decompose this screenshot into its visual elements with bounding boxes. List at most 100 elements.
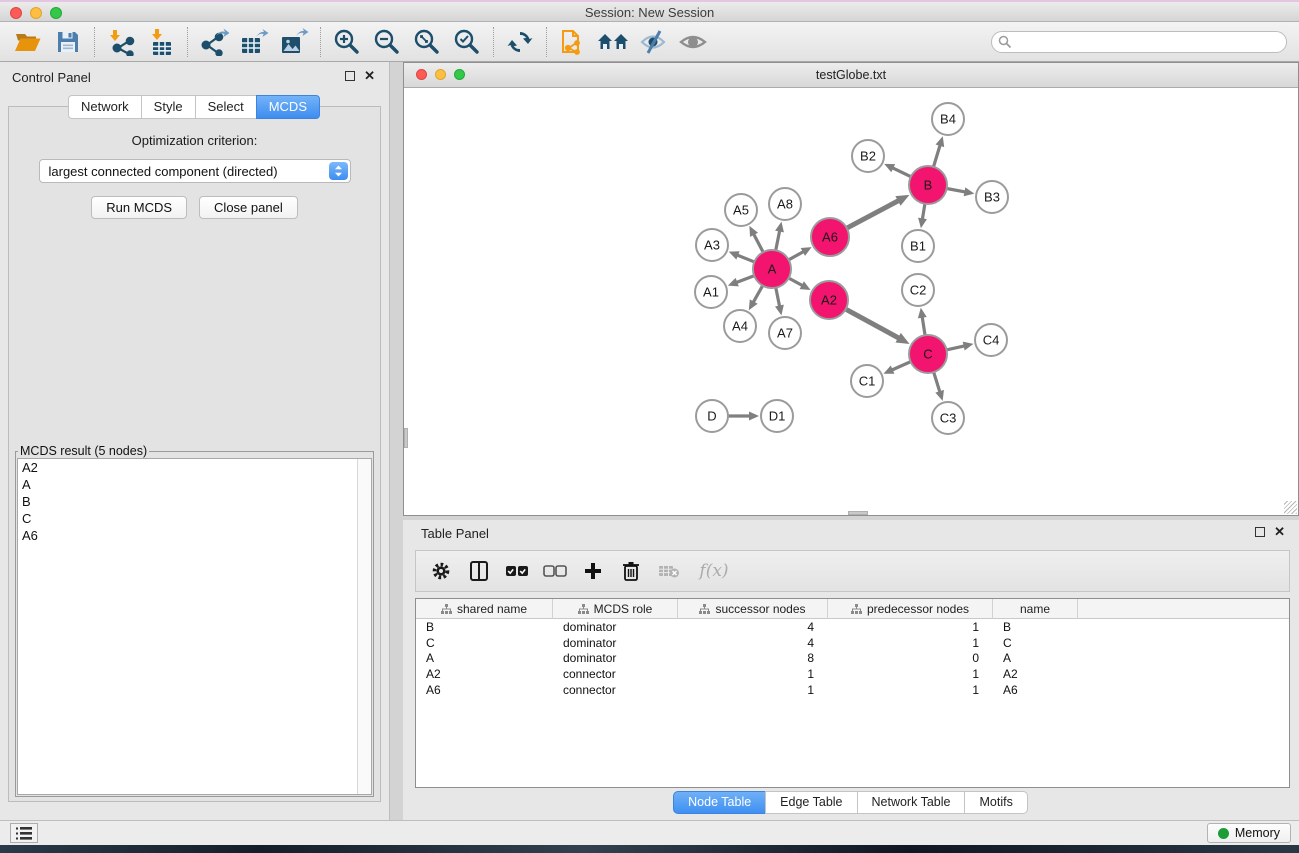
tab-mcds[interactable]: MCDS — [256, 95, 320, 119]
result-item-A[interactable]: A — [18, 476, 371, 493]
edge-B-B3[interactable] — [945, 188, 967, 192]
function-builder-button[interactable]: f(x) — [692, 556, 736, 586]
edge-A-A1[interactable] — [735, 275, 756, 283]
export-table-button[interactable] — [234, 25, 274, 59]
result-item-B[interactable]: B — [18, 493, 371, 510]
desktop-background — [0, 845, 1299, 853]
edge-B-B2[interactable] — [891, 167, 912, 177]
graphics-details-button[interactable] — [633, 25, 673, 59]
network-horizontal-scrollbar[interactable] — [848, 511, 868, 515]
apply-style-button[interactable] — [500, 25, 540, 59]
network-graph[interactable]: B4B2BB3B1A5A8A6A3AA1A2C2A4A7C4CC1C3DD1 — [404, 88, 1298, 515]
show-all-networks-button[interactable] — [593, 25, 633, 59]
tab-edge-table[interactable]: Edge Table — [765, 791, 857, 814]
column-header-predecessor-nodes[interactable]: predecessor nodes — [828, 599, 993, 619]
tab-network-table[interactable]: Network Table — [857, 791, 966, 814]
task-history-button[interactable] — [10, 823, 38, 843]
create-column-button[interactable] — [578, 556, 608, 586]
column-header-MCDS-role[interactable]: MCDS role — [553, 599, 678, 619]
open-session-button[interactable] — [8, 25, 48, 59]
edge-C-C3[interactable] — [933, 370, 940, 393]
export-network-button[interactable] — [194, 25, 234, 59]
table-row[interactable]: Cdominator41C — [416, 635, 1289, 651]
edge-C-C4[interactable] — [945, 346, 966, 351]
graph-node-label-B4: B4 — [940, 112, 956, 127]
edge-A6-B[interactable] — [845, 200, 900, 229]
float-table-panel-icon[interactable] — [1255, 527, 1265, 537]
import-table-button[interactable] — [141, 25, 181, 59]
trash-icon — [622, 561, 640, 581]
edge-A-A4[interactable] — [753, 284, 764, 304]
toolbar-separator — [187, 27, 188, 57]
zoom-fit-button[interactable] — [407, 25, 447, 59]
column-header-shared-name[interactable]: shared name — [416, 599, 553, 619]
edge-C-C2[interactable] — [922, 316, 925, 338]
close-panel-button[interactable]: Close panel — [199, 196, 298, 219]
edge-A-A5[interactable] — [753, 233, 764, 254]
export-image-button[interactable] — [274, 25, 314, 59]
zoom-selected-button[interactable] — [447, 25, 487, 59]
edge-C-C1[interactable] — [891, 361, 913, 371]
edge-A-A6[interactable] — [787, 251, 805, 261]
table-row[interactable]: A6connector11A6 — [416, 682, 1289, 698]
table-cell: B — [416, 620, 553, 634]
table-settings-button[interactable] — [426, 556, 456, 586]
table-cell: dominator — [553, 620, 678, 634]
close-table-panel-icon[interactable]: ✕ — [1274, 527, 1285, 537]
table-row[interactable]: A2connector11A2 — [416, 666, 1289, 682]
table-row[interactable]: Bdominator41B — [416, 619, 1289, 635]
edge-arrow-D-D1 — [749, 412, 759, 421]
column-sort-icon — [699, 604, 710, 614]
edge-B-B4[interactable] — [933, 144, 941, 169]
import-network-button[interactable] — [101, 25, 141, 59]
node-table[interactable]: shared nameMCDS role successor nodes prede… — [415, 598, 1290, 788]
delete-table-button[interactable] — [654, 556, 684, 586]
fx-icon: f(x) — [699, 561, 728, 581]
chevron-up-down-icon — [333, 164, 344, 178]
run-mcds-button[interactable]: Run MCDS — [91, 196, 187, 219]
edge-A-A3[interactable] — [736, 255, 756, 263]
tab-select[interactable]: Select — [195, 95, 257, 119]
show-hide-panel-button[interactable] — [673, 25, 713, 59]
unselect-all-columns-button[interactable] — [540, 556, 570, 586]
network-canvas[interactable]: B4B2BB3B1A5A8A6A3AA1A2C2A4A7C4CC1C3DD1 — [404, 88, 1298, 515]
result-item-C[interactable]: C — [18, 510, 371, 527]
edge-A-A7[interactable] — [775, 286, 779, 308]
select-all-columns-button[interactable] — [502, 556, 532, 586]
mcds-result-list[interactable]: A2ABCA6 — [17, 458, 372, 795]
zoom-in-button[interactable] — [327, 25, 367, 59]
column-header-label: successor nodes — [715, 602, 805, 616]
column-header-name[interactable]: name — [993, 599, 1078, 619]
optimization-criterion-dropdown[interactable]: largest connected component (directed) — [39, 159, 351, 183]
graph-node-label-A2: A2 — [821, 293, 837, 308]
tab-motifs[interactable]: Motifs — [964, 791, 1027, 814]
new-network-from-selection-button[interactable] — [553, 25, 593, 59]
float-panel-icon[interactable] — [345, 71, 355, 81]
column-header-successor-nodes[interactable]: successor nodes — [678, 599, 828, 619]
resize-grip[interactable] — [1284, 501, 1297, 514]
result-item-A6[interactable]: A6 — [18, 527, 371, 544]
show-columns-button[interactable] — [464, 556, 494, 586]
result-list-scrollbar[interactable] — [357, 459, 371, 794]
close-panel-icon[interactable]: ✕ — [364, 71, 375, 81]
control-panel-title: Control Panel — [12, 70, 91, 85]
toolbar-separator — [320, 27, 321, 57]
tab-style[interactable]: Style — [141, 95, 196, 119]
memory-button[interactable]: Memory — [1207, 823, 1291, 843]
edge-A2-C[interactable] — [844, 308, 900, 339]
table-cell: A — [993, 651, 1078, 665]
save-session-button[interactable] — [48, 25, 88, 59]
table-panel-title: Table Panel — [421, 526, 489, 541]
edge-arrow-C-C4 — [963, 342, 974, 351]
network-vertical-scrollbar[interactable] — [404, 428, 408, 448]
dropdown-stepper[interactable] — [329, 162, 348, 180]
search-input[interactable] — [991, 31, 1287, 53]
table-row[interactable]: Adominator80A — [416, 651, 1289, 667]
result-item-A2[interactable]: A2 — [18, 459, 371, 476]
table-cell: A2 — [416, 667, 553, 681]
tab-node-table[interactable]: Node Table — [673, 791, 766, 814]
delete-columns-button[interactable] — [616, 556, 646, 586]
zoom-out-button[interactable] — [367, 25, 407, 59]
tab-network[interactable]: Network — [68, 95, 142, 119]
edge-A-A8[interactable] — [775, 229, 780, 252]
